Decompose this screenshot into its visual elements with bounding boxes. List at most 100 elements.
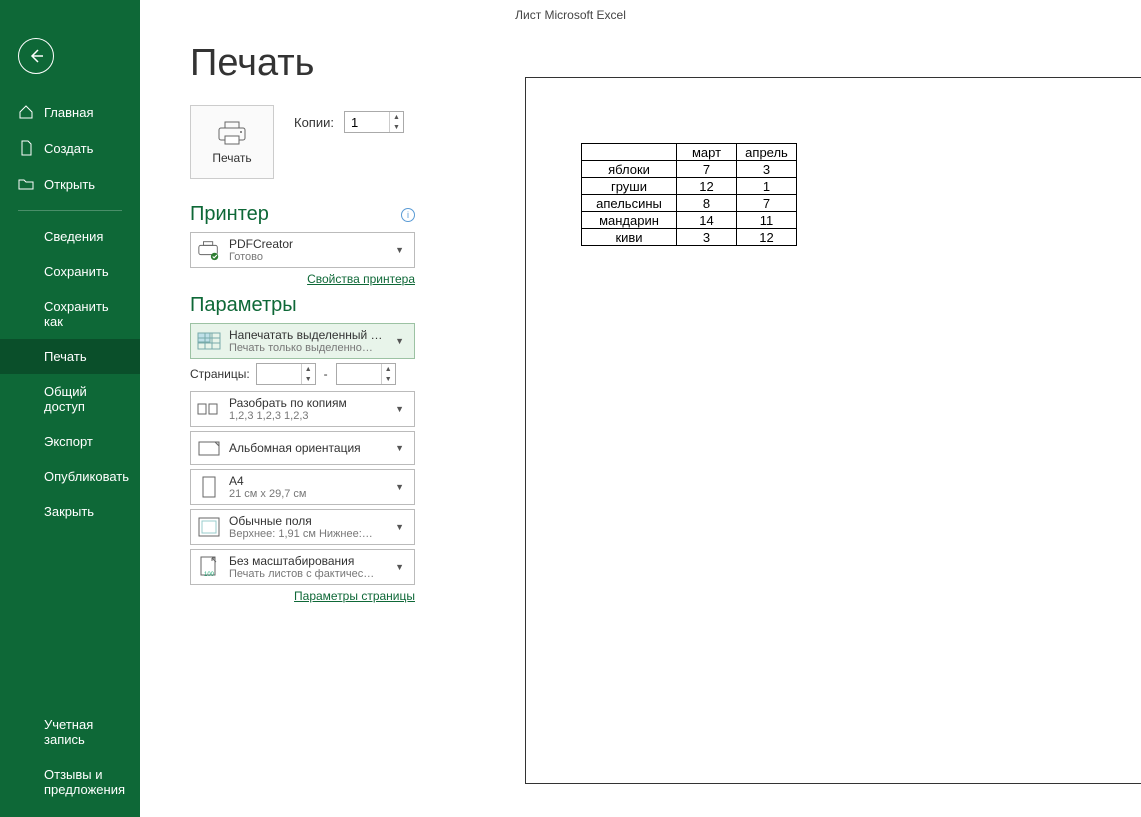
collate-selector[interactable]: Разобрать по копиям 1,2,3 1,2,3 1,2,3 ▼ — [190, 391, 415, 427]
sidebar-divider — [18, 210, 122, 211]
sidebar-item-print[interactable]: Печать — [0, 339, 140, 374]
table-header — [582, 144, 677, 161]
table-cell: мандарин — [582, 212, 677, 229]
sidebar-item-label: Общий доступ — [44, 384, 122, 414]
margins-line2: Верхнее: 1,91 см Нижнее:… — [229, 528, 383, 540]
sidebar-item-label: Сведения — [44, 229, 103, 244]
preview-page: мартапрельяблоки73груши121апельсины87ман… — [581, 143, 797, 246]
print-what-line2: Печать только выделенно… — [229, 342, 383, 354]
table-row: апельсины87 — [582, 195, 797, 212]
paper-selector[interactable]: A4 21 см x 29,7 см ▼ — [190, 469, 415, 505]
back-button[interactable] — [18, 38, 54, 74]
table-row: яблоки73 — [582, 161, 797, 178]
printer-small-icon — [197, 238, 221, 262]
table-cell: киви — [582, 229, 677, 246]
table-cell: 8 — [677, 195, 737, 212]
pages-to-spinner[interactable]: ▲▼ — [336, 363, 396, 385]
settings-section-title: Параметры — [190, 294, 415, 317]
info-icon[interactable]: i — [401, 208, 415, 222]
print-controls: Печать Копии: ▲ ▼ Принтер i — [190, 105, 415, 784]
paper-icon — [197, 475, 221, 499]
table-row: мандарин1411 — [582, 212, 797, 229]
sidebar-item-label: Открыть — [44, 177, 95, 192]
table-cell: 12 — [737, 229, 797, 246]
copies-input[interactable] — [345, 115, 385, 130]
copies-spinner[interactable]: ▲ ▼ — [344, 111, 404, 133]
sidebar-item-share[interactable]: Общий доступ — [0, 374, 140, 424]
pages-dash: - — [322, 367, 330, 381]
scaling-line1: Без масштабирования — [229, 554, 383, 568]
orientation-line1: Альбомная ориентация — [229, 441, 383, 455]
table-cell: 3 — [737, 161, 797, 178]
chevron-down-icon: ▼ — [391, 404, 408, 414]
scaling-selector[interactable]: 100 Без масштабирования Печать листов с … — [190, 549, 415, 585]
sidebar-item-label: Главная — [44, 105, 93, 120]
scaling-icon: 100 — [197, 555, 221, 579]
sidebar-item-label: Сохранить как — [44, 299, 122, 329]
table-header: апрель — [737, 144, 797, 161]
copies-label: Копии: — [294, 115, 334, 130]
sidebar-item-saveas[interactable]: Сохранить как — [0, 289, 140, 339]
margins-selector[interactable]: Обычные поля Верхнее: 1,91 см Нижнее:… ▼ — [190, 509, 415, 545]
spinner-up-icon[interactable]: ▲ — [390, 112, 403, 122]
sidebar-item-publish[interactable]: Опубликовать — [0, 459, 140, 494]
collate-icon — [197, 397, 221, 421]
folder-open-icon — [18, 176, 34, 192]
printer-selector[interactable]: PDFCreator Готово ▼ — [190, 232, 415, 268]
sidebar-item-label: Сохранить — [44, 264, 109, 279]
home-icon — [18, 104, 34, 120]
table-cell: яблоки — [582, 161, 677, 178]
pages-to-input[interactable] — [337, 367, 377, 382]
collate-line2: 1,2,3 1,2,3 1,2,3 — [229, 410, 383, 422]
print-button[interactable]: Печать — [190, 105, 274, 179]
margins-line1: Обычные поля — [229, 514, 383, 528]
print-preview: мартапрельяблоки73груши121апельсины87ман… — [525, 77, 1141, 784]
chevron-down-icon: ▼ — [391, 562, 408, 572]
sidebar-item-open[interactable]: Открыть — [0, 166, 140, 202]
print-what-selector[interactable]: Напечатать выделенный ф… Печать только в… — [190, 323, 415, 359]
printer-section-title: Принтер — [190, 203, 269, 226]
table-cell: 1 — [737, 178, 797, 195]
spinner-up-icon[interactable]: ▲ — [382, 364, 395, 374]
spinner-down-icon[interactable]: ▼ — [302, 374, 315, 384]
selection-icon — [197, 329, 221, 353]
sidebar-item-label: Отзывы и предложения — [44, 767, 125, 797]
table-cell: груши — [582, 178, 677, 195]
sidebar-item-export[interactable]: Экспорт — [0, 424, 140, 459]
collate-line1: Разобрать по копиям — [229, 396, 383, 410]
file-icon — [18, 140, 34, 156]
sidebar-item-label: Учетная запись — [44, 717, 122, 747]
pages-from-input[interactable] — [257, 367, 297, 382]
printer-properties-link[interactable]: Свойства принтера — [190, 272, 415, 286]
sidebar-item-account[interactable]: Учетная запись — [0, 707, 140, 757]
table-cell: 12 — [677, 178, 737, 195]
spinner-down-icon[interactable]: ▼ — [382, 374, 395, 384]
page-setup-link[interactable]: Параметры страницы — [190, 589, 415, 603]
sidebar-item-feedback[interactable]: Отзывы и предложения — [0, 757, 140, 807]
table-cell: 7 — [737, 195, 797, 212]
table-row: груши121 — [582, 178, 797, 195]
chevron-down-icon: ▼ — [391, 336, 408, 346]
sidebar-item-info[interactable]: Сведения — [0, 219, 140, 254]
pages-label: Страницы: — [190, 367, 250, 381]
main-area: Печать Печать Копии: — [140, 0, 1141, 817]
preview-table: мартапрельяблоки73груши121апельсины87ман… — [581, 143, 797, 246]
sidebar-item-close[interactable]: Закрыть — [0, 494, 140, 529]
sidebar-item-save[interactable]: Сохранить — [0, 254, 140, 289]
pages-from-spinner[interactable]: ▲▼ — [256, 363, 316, 385]
paper-line2: 21 см x 29,7 см — [229, 488, 383, 500]
table-cell: 11 — [737, 212, 797, 229]
sidebar-item-home[interactable]: Главная — [0, 94, 140, 130]
backstage-sidebar: Главная Создать Открыть Сведения Сохрани… — [0, 0, 140, 817]
table-cell: апельсины — [582, 195, 677, 212]
spinner-up-icon[interactable]: ▲ — [302, 364, 315, 374]
orientation-selector[interactable]: Альбомная ориентация ▼ — [190, 431, 415, 465]
table-cell: 3 — [677, 229, 737, 246]
printer-status: Готово — [229, 251, 383, 263]
printer-icon — [215, 119, 249, 147]
landscape-icon — [197, 436, 221, 460]
spinner-down-icon[interactable]: ▼ — [390, 122, 403, 132]
sidebar-item-label: Опубликовать — [44, 469, 129, 484]
svg-text:100: 100 — [204, 572, 215, 578]
sidebar-item-new[interactable]: Создать — [0, 130, 140, 166]
